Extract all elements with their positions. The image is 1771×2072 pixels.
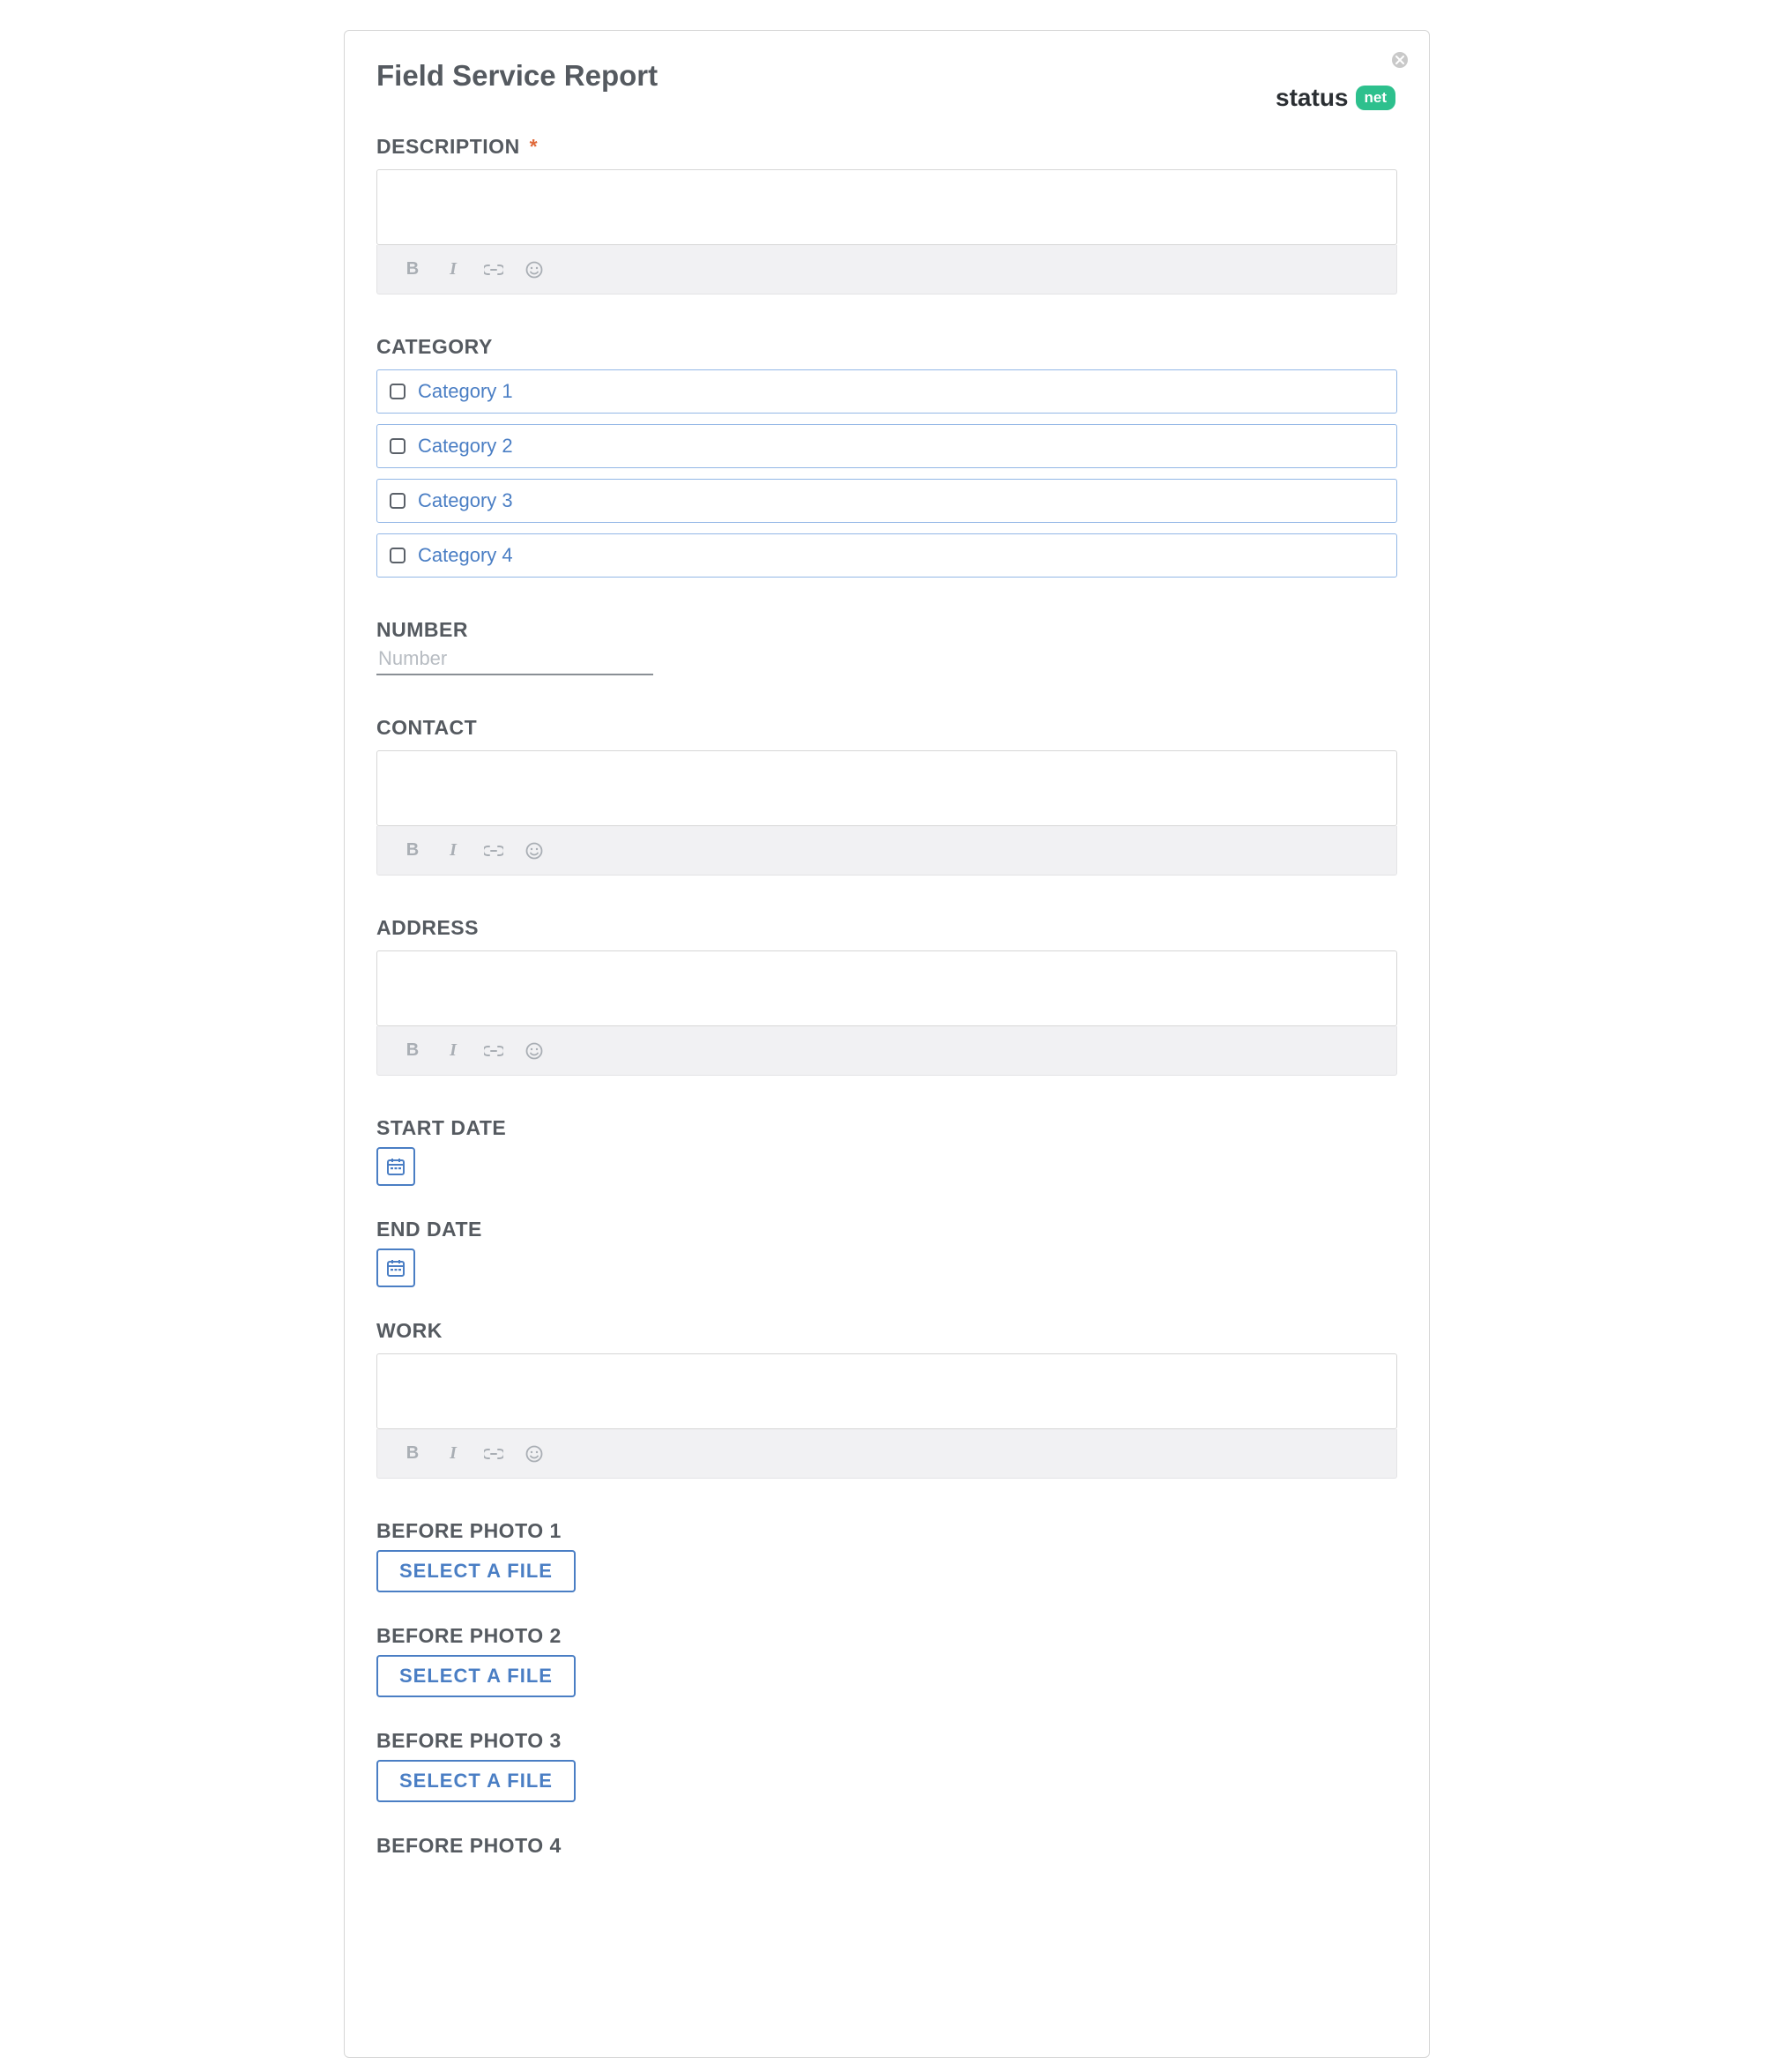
select-file-button[interactable]: SELECT A FILE <box>376 1655 576 1697</box>
end-date-picker[interactable] <box>376 1248 415 1287</box>
start-date-picker[interactable] <box>376 1147 415 1186</box>
category-option[interactable]: Category 4 <box>376 533 1397 578</box>
link-icon[interactable] <box>483 1443 504 1465</box>
category-option-label: Category 3 <box>418 489 513 512</box>
emoji-icon[interactable] <box>524 1040 545 1062</box>
italic-icon[interactable]: I <box>443 840 464 861</box>
category-option-label: Category 1 <box>418 380 513 403</box>
field-start-date: START DATE <box>376 1116 1397 1186</box>
field-before-photo-4: BEFORE PHOTO 4 <box>376 1834 1397 1858</box>
bold-icon[interactable]: B <box>402 259 423 280</box>
field-description: DESCRIPTION * B I <box>376 135 1397 294</box>
label-work: WORK <box>376 1319 1397 1343</box>
form-panel: Field Service Report status net DESCRIPT… <box>344 30 1430 2058</box>
category-option[interactable]: Category 1 <box>376 369 1397 414</box>
field-address: ADDRESS B I <box>376 916 1397 1076</box>
label-category: CATEGORY <box>376 335 1397 359</box>
field-contact: CONTACT B I <box>376 716 1397 876</box>
work-toolbar: B I <box>376 1429 1397 1479</box>
address-toolbar: B I <box>376 1026 1397 1076</box>
link-icon[interactable] <box>483 259 504 280</box>
field-work: WORK B I <box>376 1319 1397 1479</box>
brand-word: status <box>1276 84 1348 112</box>
label-number: NUMBER <box>376 618 1397 642</box>
field-end-date: END DATE <box>376 1218 1397 1287</box>
bold-icon[interactable]: B <box>402 1040 423 1062</box>
field-before-photo-3: BEFORE PHOTO 3 SELECT A FILE <box>376 1729 1397 1802</box>
label-address: ADDRESS <box>376 916 1397 940</box>
label-before-photo-2: BEFORE PHOTO 2 <box>376 1624 1397 1648</box>
field-before-photo-1: BEFORE PHOTO 1 SELECT A FILE <box>376 1519 1397 1592</box>
select-file-button[interactable]: SELECT A FILE <box>376 1760 576 1802</box>
checkbox-icon[interactable] <box>390 493 406 509</box>
address-input[interactable] <box>376 950 1397 1026</box>
calendar-icon <box>386 1258 406 1278</box>
category-option-label: Category 2 <box>418 435 513 458</box>
contact-input[interactable] <box>376 750 1397 826</box>
required-star-icon: * <box>530 135 538 158</box>
field-before-photo-2: BEFORE PHOTO 2 SELECT A FILE <box>376 1624 1397 1697</box>
select-file-button[interactable]: SELECT A FILE <box>376 1550 576 1592</box>
close-icon[interactable] <box>1392 52 1408 68</box>
label-contact: CONTACT <box>376 716 1397 740</box>
label-start-date: START DATE <box>376 1116 1397 1140</box>
number-input[interactable] <box>376 642 653 675</box>
description-input[interactable] <box>376 169 1397 245</box>
label-end-date: END DATE <box>376 1218 1397 1241</box>
description-toolbar: B I <box>376 245 1397 294</box>
brand-logo: status net <box>1276 84 1395 112</box>
label-before-photo-1: BEFORE PHOTO 1 <box>376 1519 1397 1543</box>
italic-icon[interactable]: I <box>443 1443 464 1465</box>
emoji-icon[interactable] <box>524 259 545 280</box>
italic-icon[interactable]: I <box>443 259 464 280</box>
checkbox-icon[interactable] <box>390 384 406 399</box>
bold-icon[interactable]: B <box>402 840 423 861</box>
contact-toolbar: B I <box>376 826 1397 876</box>
link-icon[interactable] <box>483 1040 504 1062</box>
work-input[interactable] <box>376 1353 1397 1429</box>
label-description-text: DESCRIPTION <box>376 135 520 158</box>
brand-badge: net <box>1356 86 1396 110</box>
field-number: NUMBER <box>376 618 1397 675</box>
category-option[interactable]: Category 3 <box>376 479 1397 523</box>
category-option[interactable]: Category 2 <box>376 424 1397 468</box>
link-icon[interactable] <box>483 840 504 861</box>
bold-icon[interactable]: B <box>402 1443 423 1465</box>
category-option-label: Category 4 <box>418 544 513 567</box>
label-before-photo-3: BEFORE PHOTO 3 <box>376 1729 1397 1753</box>
label-before-photo-4: BEFORE PHOTO 4 <box>376 1834 1397 1858</box>
italic-icon[interactable]: I <box>443 1040 464 1062</box>
label-description: DESCRIPTION * <box>376 135 1397 159</box>
checkbox-icon[interactable] <box>390 548 406 563</box>
form-content: DESCRIPTION * B I CATEGORY Cat <box>376 135 1397 2057</box>
checkbox-icon[interactable] <box>390 438 406 454</box>
calendar-icon <box>386 1157 406 1176</box>
page-title: Field Service Report <box>376 59 658 93</box>
emoji-icon[interactable] <box>524 840 545 861</box>
emoji-icon[interactable] <box>524 1443 545 1465</box>
field-category: CATEGORY Category 1 Category 2 Category … <box>376 335 1397 578</box>
